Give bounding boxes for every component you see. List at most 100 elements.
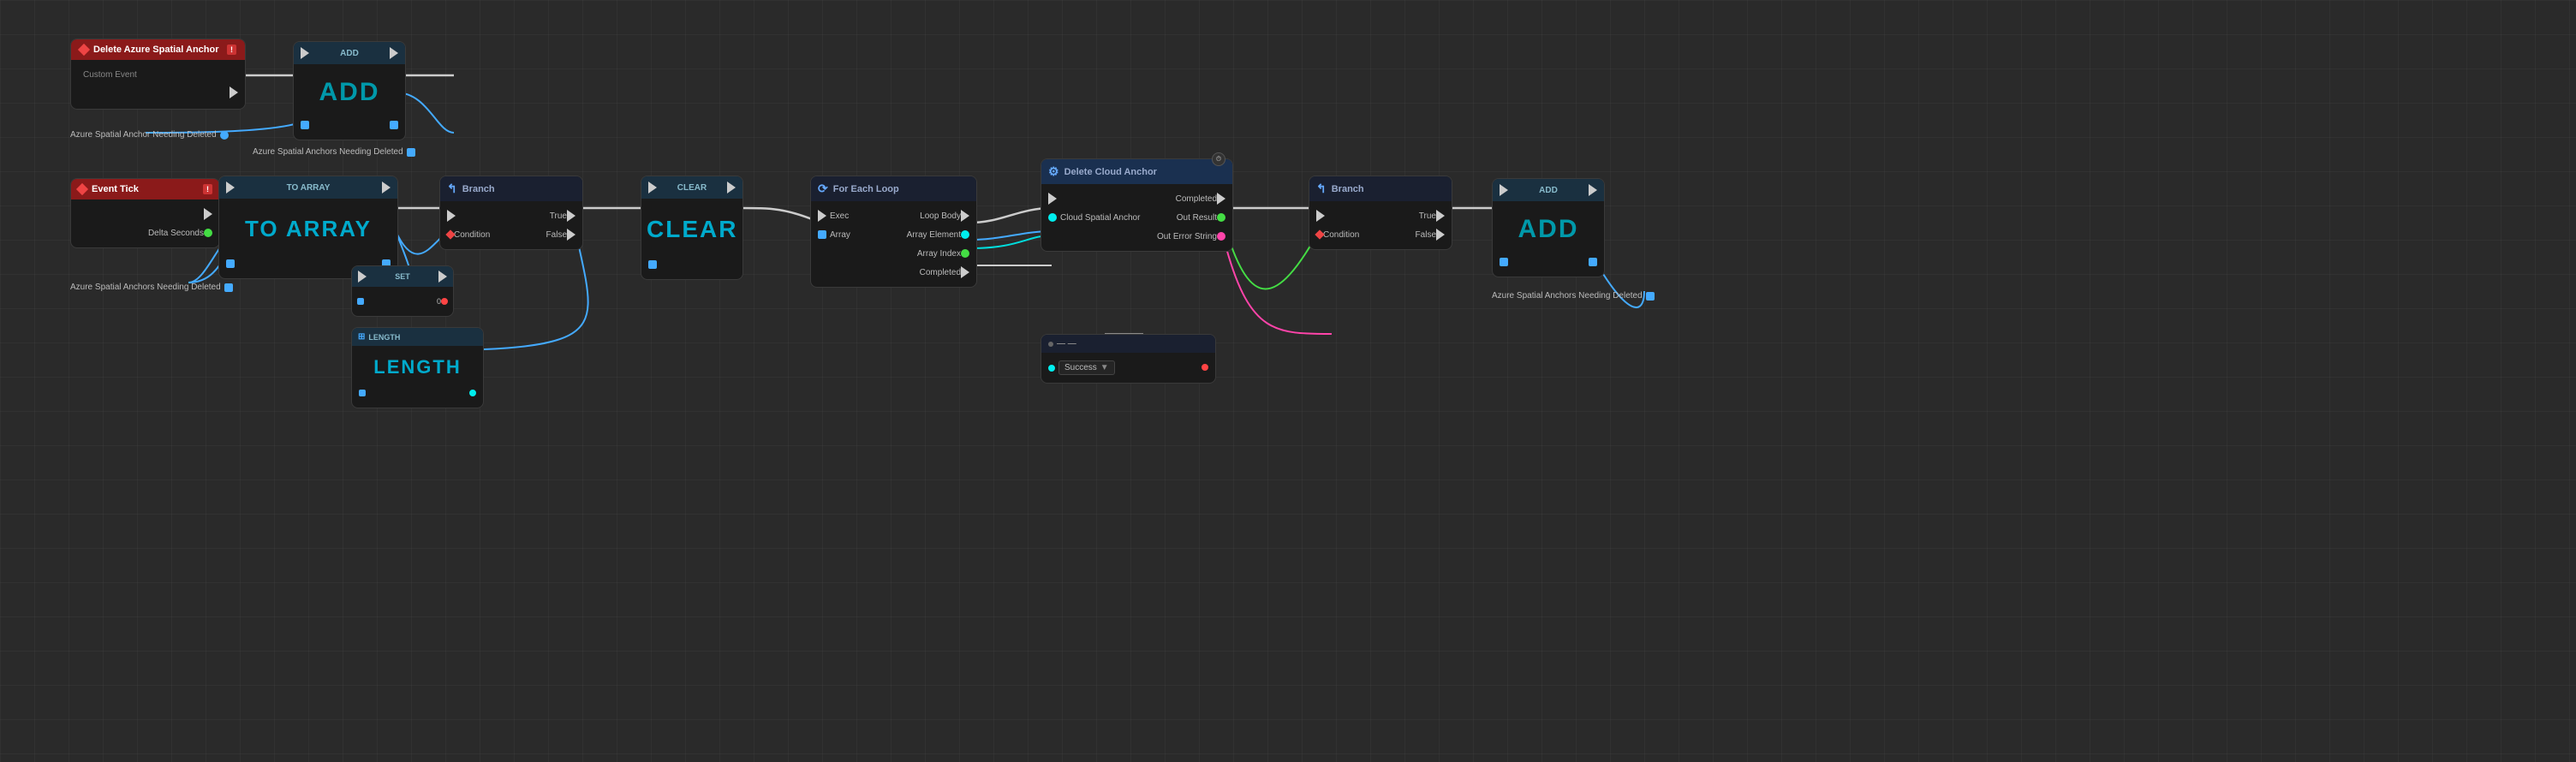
branch1-condition-row: Condition False: [440, 225, 582, 244]
node-success: — — Success ▼: [1041, 334, 1216, 384]
array-in-pin: [1500, 258, 1508, 266]
set-row: 0: [352, 292, 453, 311]
foreach-exec-row: Exec Loop Body: [811, 206, 976, 225]
success-header: — —: [1041, 335, 1215, 353]
node-for-each-loop: ⟳ For Each Loop Exec Loop Body Array Arr…: [810, 176, 977, 288]
event-icon: [78, 44, 90, 56]
add-bottom-title: ADD: [1539, 186, 1558, 195]
length-grid-icon: ⊞: [358, 332, 365, 342]
array-out-pin: [390, 121, 398, 129]
delete-cloud-header: ⚙ Delete Cloud Anchor ⏱: [1041, 159, 1232, 184]
exec-in-pin: [226, 182, 235, 193]
foreach-array-row: Array Array Element: [811, 225, 976, 244]
to-array-header: TO ARRAY: [219, 176, 397, 199]
completed-pin: [1217, 193, 1225, 205]
foreach-index-row: Array Index: [811, 244, 976, 263]
azure-anchor-label-text: Azure Spatial Anchor Needing Deleted: [70, 130, 217, 140]
length-title: LENGTH: [368, 333, 400, 342]
branch2-title: Branch: [1332, 184, 1364, 194]
out-result-pin: [1217, 213, 1225, 222]
completed-pin: [961, 266, 969, 278]
anchors-needing-deleted-label-bottom: Azure Spatial Anchors Needing Deleted: [70, 283, 233, 292]
anchors-right-label-text: Azure Spatial Anchors Needing Deleted: [1492, 291, 1643, 301]
branch2-header: ↰ Branch: [1309, 176, 1452, 201]
event-tick-warning: !: [203, 184, 212, 194]
success-dropdown-arrow: ▼: [1100, 363, 1109, 372]
node-delete-anchor-header: Delete Azure Spatial Anchor !: [71, 39, 245, 60]
exec-in-pin: [818, 210, 826, 222]
cloud-anchor-label: Cloud Spatial Anchor: [1060, 213, 1140, 223]
set-title: SET: [395, 272, 410, 281]
false-label: False: [1416, 230, 1436, 240]
exec-in-pin: [1500, 184, 1508, 196]
branch2-condition-row: Condition False: [1309, 225, 1452, 244]
true-label: True: [550, 211, 567, 221]
delete-cloud-icon: ⚙: [1048, 164, 1059, 179]
delta-seconds-pin: [204, 229, 212, 237]
clear-array-row: [641, 255, 742, 274]
node-add-bottom: ADD ADD: [1492, 178, 1605, 277]
anchors-bottom-pin: [224, 283, 233, 292]
add-bottom-big-label: ADD: [1493, 206, 1604, 253]
array-element-label: Array Element: [907, 230, 961, 240]
exec-out-row: [71, 205, 219, 223]
false-exec-pin: [1436, 229, 1445, 241]
set-out-pin: [441, 298, 448, 305]
node-branch-1: ↰ Branch True Condition False: [439, 176, 583, 250]
branch2-icon: ↰: [1316, 182, 1327, 196]
anchors-needing-deleted-label-right: Azure Spatial Anchors Needing Deleted: [1492, 291, 1655, 301]
exec-out-pin: [1589, 184, 1597, 196]
azure-anchor-label: Azure Spatial Anchor Needing Deleted: [70, 130, 229, 140]
success-dropdown[interactable]: Success ▼: [1058, 360, 1115, 375]
length-row: [352, 384, 483, 402]
true-exec-pin: [1436, 210, 1445, 222]
exec-in-pin: [1316, 210, 1325, 222]
clear-big-label: CLEAR: [641, 204, 742, 255]
add-bottom-array-row: [1493, 253, 1604, 271]
false-label: False: [546, 230, 567, 240]
clear-title: CLEAR: [677, 183, 707, 193]
set-in-pin: [357, 298, 364, 305]
anchors-label-bottom-text: Azure Spatial Anchors Needing Deleted: [70, 283, 221, 292]
branch2-exec-row: True: [1309, 206, 1452, 225]
event-tick-title: Event Tick: [92, 184, 139, 194]
foreach-title: For Each Loop: [833, 184, 899, 194]
foreach-header: ⟳ For Each Loop: [811, 176, 976, 201]
cloud-anchor-in-pin: [1048, 213, 1057, 222]
node-event-tick: Event Tick ! Delta Seconds: [70, 178, 220, 248]
anchors-label-text: Azure Spatial Anchors Needing Deleted: [253, 147, 403, 157]
node-delete-azure-anchor: Delete Azure Spatial Anchor ! Custom Eve…: [70, 39, 246, 110]
loop-body-pin: [961, 210, 969, 222]
node-branch-2: ↰ Branch True Condition False: [1309, 176, 1452, 250]
branch1-icon: ↰: [447, 182, 457, 196]
delete-cloud-error-row: Out Error String: [1041, 227, 1232, 246]
success-dropdown-text: Success: [1064, 363, 1097, 372]
exec-label: Exec: [830, 211, 849, 221]
node-set: SET 0: [351, 265, 454, 317]
anchors-array-pin: [407, 148, 415, 157]
array-in-pin: [301, 121, 309, 129]
array-element-pin: [961, 230, 969, 239]
array-in-pin: [648, 260, 657, 269]
node-length: ⊞ LENGTH LENGTH: [351, 327, 484, 408]
exec-in-pin: [447, 210, 456, 222]
array-label: Array: [830, 230, 850, 240]
false-exec-pin: [567, 229, 575, 241]
exec-in-pin: [1048, 193, 1057, 205]
array-in-pin: [226, 259, 235, 268]
condition-label: Condition: [454, 230, 490, 240]
delete-cloud-title: Delete Cloud Anchor: [1064, 167, 1157, 177]
add-bottom-header: ADD: [1493, 179, 1604, 201]
clear-header: CLEAR: [641, 176, 742, 199]
completed-label: Completed: [1176, 194, 1217, 204]
out-result-label: Out Result: [1177, 213, 1217, 223]
foreach-completed-row: Completed: [811, 263, 976, 282]
to-array-title: TO ARRAY: [287, 183, 331, 193]
exec-out-pin: [727, 182, 736, 193]
node-add-top-title: ADD: [340, 49, 359, 58]
length-out-pin: [469, 390, 476, 396]
length-in-pin: [359, 390, 366, 396]
true-label: True: [1419, 211, 1436, 221]
exec-out-pin: [382, 182, 391, 193]
delete-cloud-anchor-row: Cloud Spatial Anchor Out Result: [1041, 208, 1232, 227]
